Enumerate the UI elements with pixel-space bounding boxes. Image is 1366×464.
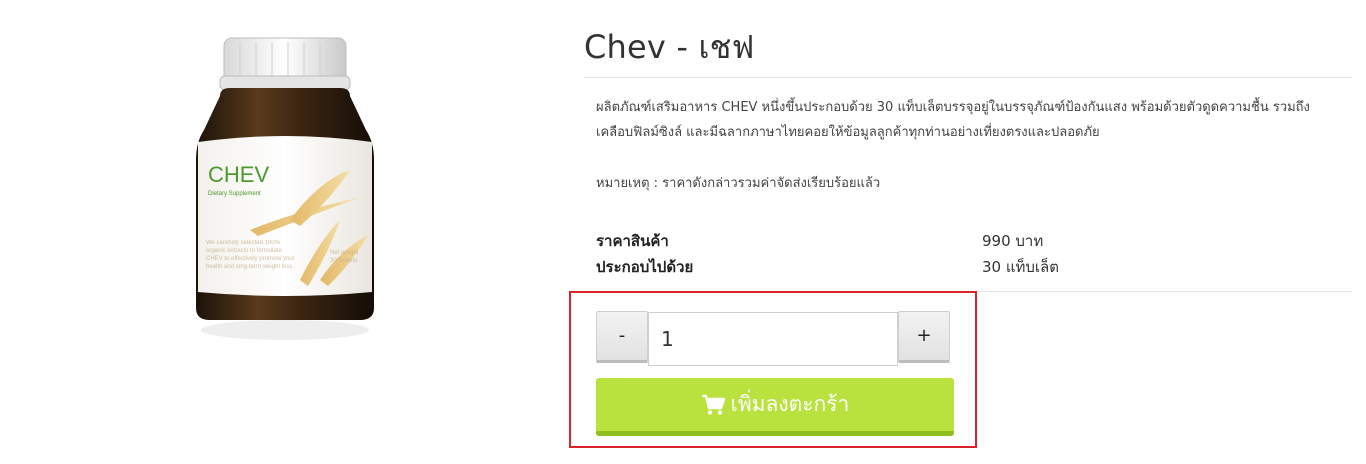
shopping-cart-icon	[701, 394, 725, 416]
svg-text:organic extracts to formulate: organic extracts to formulate	[206, 248, 282, 254]
svg-text:Net weight: Net weight	[330, 250, 359, 256]
product-image: CHEV Dietary Supplement We carefully sel…	[180, 30, 390, 350]
price-value: 990 บาท	[982, 232, 1044, 250]
product-bottle-image: CHEV Dietary Supplement We carefully sel…	[196, 37, 374, 340]
add-to-cart-button[interactable]: เพิ่มลงตะกร้า	[596, 378, 954, 436]
product-description: ผลิตภัณฑ์เสริมอาหาร CHEV หนึ่งขึ้นประกอบ…	[596, 100, 1310, 140]
quantity-decrease-button[interactable]: -	[596, 311, 648, 363]
bottle-brand-text: CHEV	[208, 162, 269, 187]
title-divider	[584, 77, 1352, 78]
quantity-increase-button[interactable]: +	[898, 311, 950, 363]
svg-text:30 Tablets: 30 Tablets	[330, 258, 357, 264]
product-note: หมายเหตุ : ราคาดังกล่าวรวมค่าจัดส่งเรียบ…	[596, 176, 881, 191]
svg-text:We carefully selected 100%: We carefully selected 100%	[206, 240, 281, 246]
product-title: Chev - เชฟ	[584, 28, 755, 66]
svg-text:CHEV to effectively promote yo: CHEV to effectively promote your	[206, 256, 295, 262]
add-to-cart-label: เพิ่มลงตะกร้า	[730, 392, 850, 416]
contents-value: 30 แท็บเล็ต	[982, 258, 1059, 276]
quantity-input[interactable]	[648, 312, 898, 366]
contents-label: ประกอบไปด้วย	[596, 258, 694, 276]
svg-text:health and long-term weight lo: health and long-term weight loss.	[206, 264, 294, 270]
svg-text:Dietary Supplement: Dietary Supplement	[208, 191, 261, 197]
price-label: ราคาสินค้า	[596, 232, 669, 250]
